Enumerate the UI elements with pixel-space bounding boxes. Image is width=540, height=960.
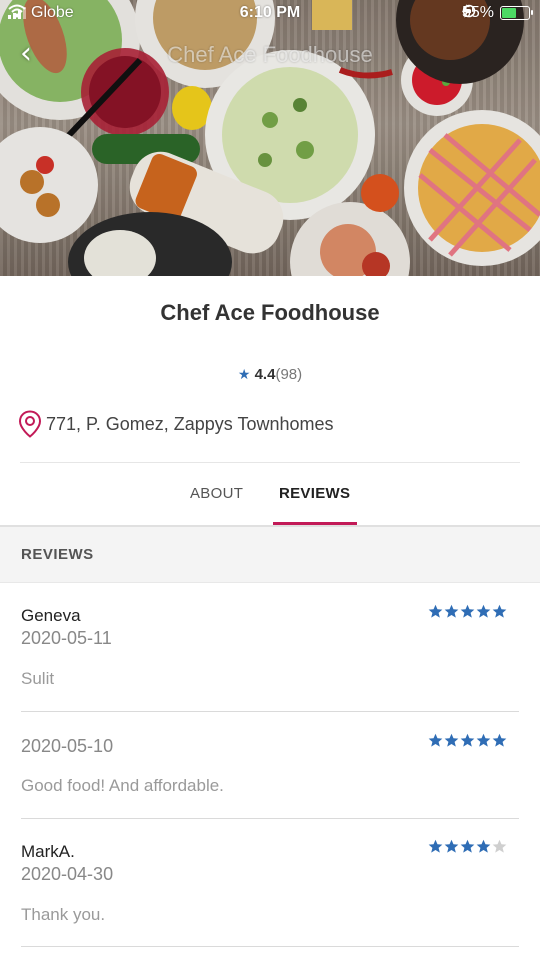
review-date: 2020-05-10 [21, 736, 114, 756]
review-date: 2020-04-30 [21, 864, 114, 884]
star-empty-icon [492, 839, 507, 853]
review-divider [21, 711, 519, 712]
review-comment: Thank you. [21, 905, 106, 924]
review-stars [428, 839, 507, 854]
review-comment: Good food! And affordable. [21, 776, 224, 795]
charging-bolt-icon [461, 4, 470, 18]
review-date: 2020-05-11 [21, 628, 112, 648]
star-filled-icon [460, 604, 475, 618]
address-text: 771, P. Gomez, Zappys Townhomes [46, 413, 334, 434]
status-bar: Globe 6:10 PM 55% [0, 0, 540, 30]
star-filled-icon [428, 733, 443, 747]
star-filled-icon [476, 733, 491, 747]
star-filled-icon [444, 839, 459, 853]
star-filled-icon [476, 604, 491, 618]
reviews-section-header: REVIEWS [0, 527, 540, 583]
reviews-section-title: REVIEWS [21, 546, 94, 563]
star-filled-icon [492, 604, 507, 618]
review-item: Geneva 2020-05-11 Sulit [0, 583, 540, 713]
review-stars [428, 604, 507, 619]
star-filled-icon [428, 604, 443, 618]
reviewer-name: Geneva [21, 606, 81, 625]
rating-score: 4.4 [254, 366, 276, 383]
review-item: MarkA. 2020-04-30 Thank you. [0, 819, 540, 949]
restaurant-name: Chef Ace Foodhouse [160, 300, 380, 325]
review-item: 2020-05-10 Good food! And affordable. [0, 713, 540, 819]
star-icon: ★ [237, 366, 251, 382]
tab-about[interactable]: ABOUT [190, 485, 243, 502]
hero-banner: Globe 6:10 PM 55% ‹ Chef Ace Foodhouse [0, 0, 540, 276]
star-filled-icon [428, 839, 443, 853]
battery-level-fill [502, 8, 517, 18]
battery-icon [500, 6, 533, 20]
star-filled-icon [476, 839, 491, 853]
location-pin-icon [18, 410, 42, 438]
tab-reviews[interactable]: REVIEWS [279, 485, 350, 502]
status-right: 55% [461, 4, 533, 22]
star-filled-icon [492, 733, 507, 747]
reviewer-name: MarkA. [21, 842, 75, 861]
hero-title: Chef Ace Foodhouse [167, 42, 373, 67]
star-filled-icon [444, 604, 459, 618]
status-time: 6:10 PM [239, 4, 301, 21]
star-filled-icon [460, 839, 475, 853]
review-divider [21, 946, 519, 947]
star-filled-icon [444, 733, 459, 747]
review-stars [428, 733, 507, 748]
rating-summary: ★ 4.4(98) [0, 366, 540, 383]
review-comment: Sulit [21, 669, 55, 688]
star-filled-icon [460, 733, 475, 747]
rating-count: (98) [275, 366, 303, 383]
tab-bar: ABOUT REVIEWS [0, 463, 540, 526]
address-row[interactable]: 771, P. Gomez, Zappys Townhomes [18, 410, 334, 438]
